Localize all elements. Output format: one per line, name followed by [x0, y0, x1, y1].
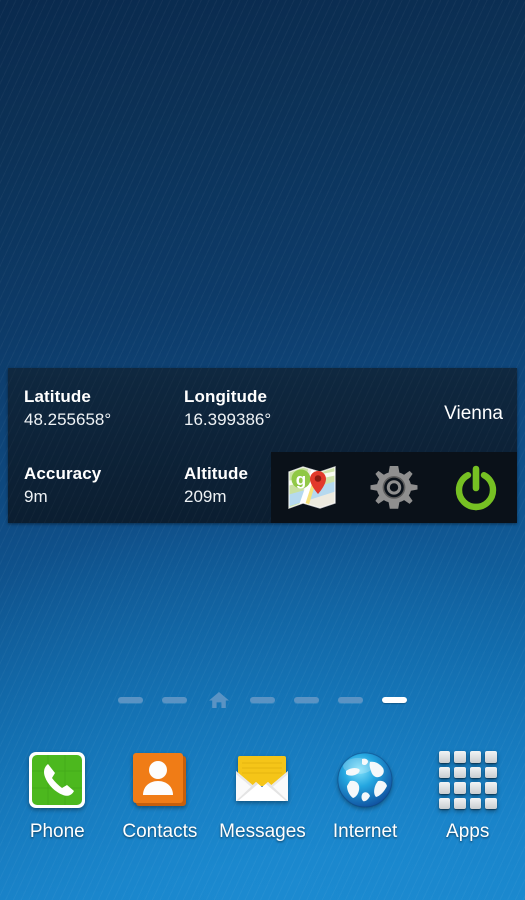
accuracy-label: Accuracy — [24, 464, 102, 483]
dock-label-phone: Phone — [29, 821, 85, 842]
apps-cell — [438, 782, 451, 794]
contacts-icon-wrap — [128, 748, 192, 812]
gps-location-widget[interactable]: Latitude 48.255658° Longitude 16.399386°… — [8, 368, 517, 523]
widget-action-strip: g — [271, 452, 517, 523]
apps-cell — [485, 797, 497, 809]
page-dot-home[interactable] — [206, 691, 231, 709]
apps-grid-icon — [437, 749, 499, 811]
page-dot-1[interactable] — [118, 697, 143, 703]
maps-icon: g — [288, 465, 336, 509]
apps-cell — [485, 751, 497, 763]
internet-icon — [337, 752, 393, 808]
apps-cell — [454, 751, 466, 763]
page-dot-4[interactable] — [250, 697, 275, 703]
latitude-field: Latitude 48.255658° — [24, 386, 111, 432]
dock-label-internet: Internet — [332, 821, 398, 842]
longitude-value: 16.399386° — [184, 410, 272, 429]
svg-text:g: g — [296, 470, 306, 489]
altitude-label: Altitude — [184, 464, 249, 483]
altitude-field: Altitude 209m — [184, 463, 248, 509]
dock-item-apps[interactable]: Apps — [420, 748, 515, 843]
apps-cell — [485, 766, 497, 778]
home-screen: Latitude 48.255658° Longitude 16.399386°… — [0, 0, 525, 900]
apps-cell — [438, 766, 451, 778]
longitude-field: Longitude 16.399386° — [184, 386, 271, 432]
dock-item-phone[interactable]: Phone — [10, 748, 105, 843]
gear-icon — [370, 465, 418, 509]
apps-cell — [438, 797, 451, 809]
page-indicator — [0, 691, 525, 709]
longitude-label: Longitude — [184, 387, 268, 406]
internet-icon-wrap — [333, 748, 397, 812]
home-icon — [208, 692, 229, 708]
latitude-value: 48.255658° — [24, 410, 112, 429]
apps-cell — [469, 797, 482, 809]
dock-item-messages[interactable]: Messages — [215, 748, 310, 843]
apps-cell — [454, 782, 466, 794]
dock-label-messages: Messages — [219, 821, 306, 842]
apps-cell — [469, 782, 482, 794]
power-icon — [455, 465, 497, 510]
accuracy-field: Accuracy 9m — [24, 463, 101, 509]
phone-icon — [29, 752, 86, 808]
maps-button[interactable]: g — [284, 460, 340, 516]
settings-button[interactable] — [366, 460, 422, 516]
apps-cell — [469, 766, 482, 778]
altitude-value: 209m — [184, 487, 227, 506]
power-button[interactable] — [448, 460, 504, 516]
messages-icon — [236, 756, 289, 801]
apps-cell — [454, 766, 466, 778]
page-dot-6[interactable] — [338, 697, 363, 703]
page-dot-5[interactable] — [294, 697, 319, 703]
page-dot-2[interactable] — [162, 697, 187, 703]
messages-icon-wrap — [230, 748, 294, 812]
apps-cell — [485, 782, 497, 794]
apps-grid-icon-wrap — [436, 748, 500, 812]
city-name: Vienna — [444, 403, 503, 424]
dock-item-contacts[interactable]: Contacts — [112, 748, 207, 843]
contacts-icon — [132, 753, 186, 806]
phone-icon-wrap — [25, 748, 89, 812]
apps-cell — [438, 751, 451, 763]
dock: Phone Contacts Messages Internet Apps — [0, 748, 525, 868]
apps-cell — [454, 797, 466, 809]
apps-cell — [469, 751, 482, 763]
dock-item-internet[interactable]: Internet — [318, 748, 413, 843]
page-dot-7-active[interactable] — [382, 697, 407, 703]
accuracy-value: 9m — [24, 487, 48, 506]
dock-label-apps: Apps — [446, 821, 490, 842]
dock-label-contacts: Contacts — [122, 821, 198, 842]
latitude-label: Latitude — [24, 387, 91, 406]
